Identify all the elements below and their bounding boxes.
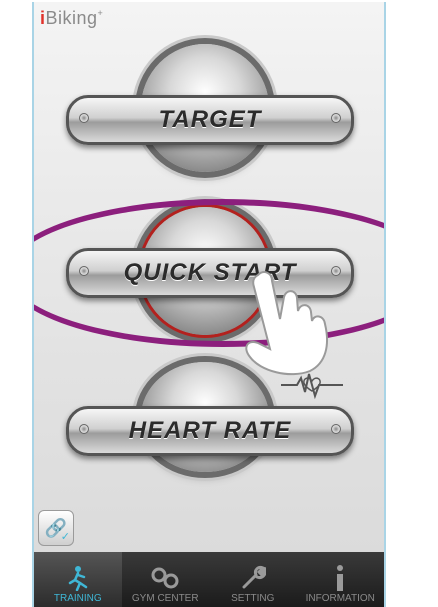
connection-status-button[interactable]: 🔗 ✓ <box>38 510 74 546</box>
info-icon <box>333 563 347 593</box>
ibiking-logo: iBiking+ <box>40 8 104 28</box>
tab-information[interactable]: INFORMATION <box>297 552 385 607</box>
heart-rate-button[interactable]: Heart Rate <box>66 406 354 456</box>
wrench-icon <box>240 563 266 593</box>
app-screen: iBiking+ Target Quick Start <box>32 2 386 607</box>
runner-icon <box>66 563 90 593</box>
target-label: Target <box>158 106 262 133</box>
screw-icon <box>79 113 89 123</box>
screw-icon <box>331 424 341 434</box>
tab-training[interactable]: TRAINING <box>34 552 122 607</box>
tab-setting[interactable]: SETTING <box>209 552 297 607</box>
target-button[interactable]: Target <box>66 95 354 145</box>
tab-gym-center[interactable]: GYM CENTER <box>122 552 210 607</box>
screw-icon <box>79 424 89 434</box>
check-icon: ✓ <box>60 531 70 543</box>
gym-icon <box>150 563 180 593</box>
screw-icon <box>331 113 341 123</box>
heart-rate-label: Heart Rate <box>128 417 292 444</box>
pointing-hand-icon <box>245 271 329 376</box>
heartbeat-icon <box>281 373 343 400</box>
tab-bar: TRAINING GYM CENTER SETTING INFORMATION <box>34 552 384 607</box>
